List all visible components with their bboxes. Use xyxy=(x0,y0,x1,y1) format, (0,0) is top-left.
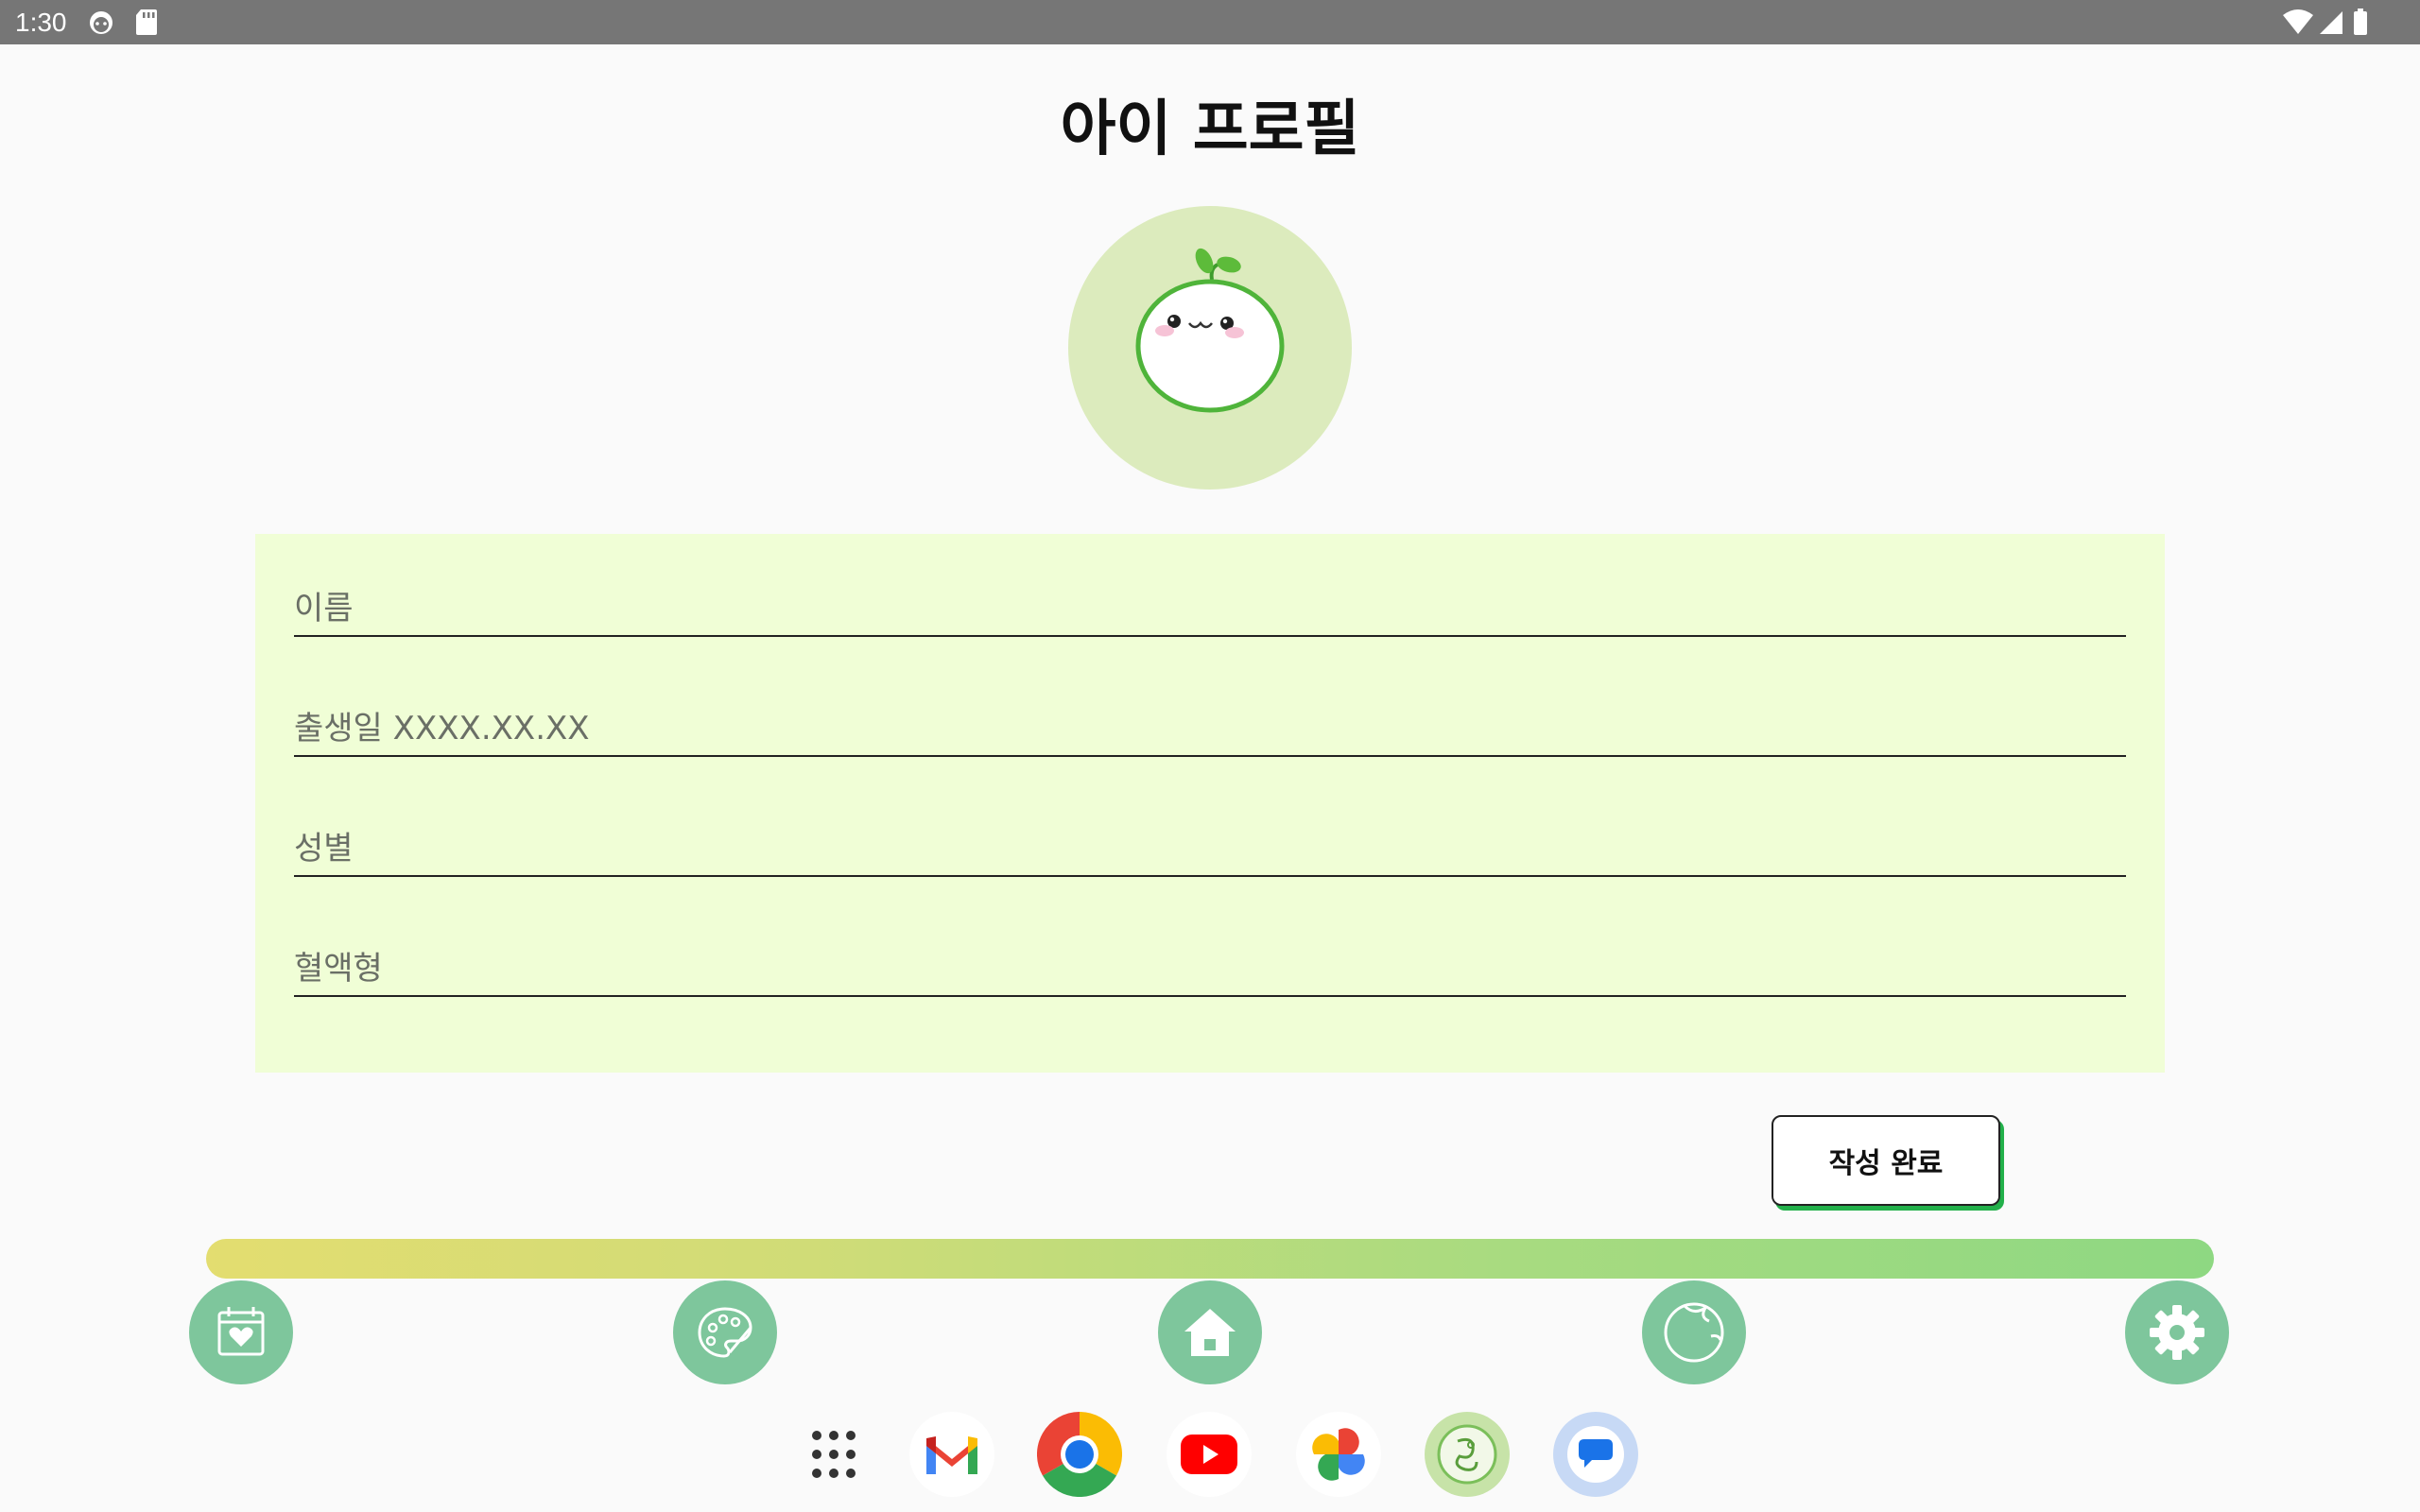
palette-icon xyxy=(698,1307,752,1358)
submit-button[interactable]: 작성 완료 xyxy=(1772,1115,2000,1206)
gmail-app[interactable] xyxy=(909,1412,994,1497)
gender-field-label: 성별 xyxy=(294,830,354,868)
status-time: 1:30 xyxy=(15,8,67,37)
photos-pinwheel-icon xyxy=(1312,1428,1365,1481)
messages-app[interactable] xyxy=(1553,1412,1638,1497)
youtube-icon xyxy=(1181,1435,1237,1474)
name-field[interactable]: 이름 xyxy=(294,580,2126,637)
next-field-partial[interactable]: · · · · xyxy=(294,1056,366,1073)
app-grid-icon xyxy=(812,1431,856,1478)
name-field-label: 이름 xyxy=(294,590,354,627)
profile-form: 이름 출생일 XXXX.XX.XX 성별 혈액형 · · · · xyxy=(255,534,2165,1073)
sprout-mascot-icon xyxy=(1135,248,1285,413)
wifi-icon xyxy=(2282,8,2314,40)
sprout-app-icon xyxy=(1437,1424,1497,1485)
home-icon xyxy=(1184,1309,1236,1356)
notification-app-icon xyxy=(87,8,115,40)
chrome-app[interactable] xyxy=(1037,1412,1122,1497)
blood-type-field[interactable]: 혈액형 xyxy=(294,940,2126,997)
nav-child-button[interactable] xyxy=(1642,1280,1746,1384)
messages-chat-icon xyxy=(1567,1426,1624,1483)
birthdate-field-label: 출생일 XXXX.XX.XX xyxy=(294,710,590,747)
nav-calendar-button[interactable] xyxy=(189,1280,293,1384)
sd-card-icon xyxy=(134,8,159,40)
photos-app[interactable] xyxy=(1296,1412,1381,1497)
battery-icon xyxy=(2352,8,2369,40)
gmail-icon xyxy=(926,1436,977,1474)
nav-gradient-bar xyxy=(206,1239,2214,1279)
nav-settings-button[interactable] xyxy=(2125,1280,2229,1384)
youtube-app[interactable] xyxy=(1167,1412,1252,1497)
page-title: 아이 프로필 xyxy=(1060,94,1360,164)
child-avatar[interactable] xyxy=(1068,206,1352,490)
calendar-heart-icon xyxy=(217,1307,265,1356)
app-drawer-button[interactable] xyxy=(791,1412,876,1497)
chrome-icon xyxy=(1037,1412,1122,1497)
birthdate-field[interactable]: 출생일 XXXX.XX.XX xyxy=(294,700,2126,757)
status-bar: 1:30 xyxy=(0,0,2420,44)
cell-signal-icon xyxy=(2318,8,2344,40)
gender-field[interactable]: 성별 xyxy=(294,820,2126,877)
nav-home-button[interactable] xyxy=(1158,1280,1262,1384)
sprout-app[interactable] xyxy=(1425,1412,1510,1497)
baby-face-icon xyxy=(1664,1302,1724,1363)
gear-icon xyxy=(2150,1305,2204,1360)
nav-drawing-button[interactable] xyxy=(673,1280,777,1384)
blood-type-field-label: 혈액형 xyxy=(294,950,383,988)
